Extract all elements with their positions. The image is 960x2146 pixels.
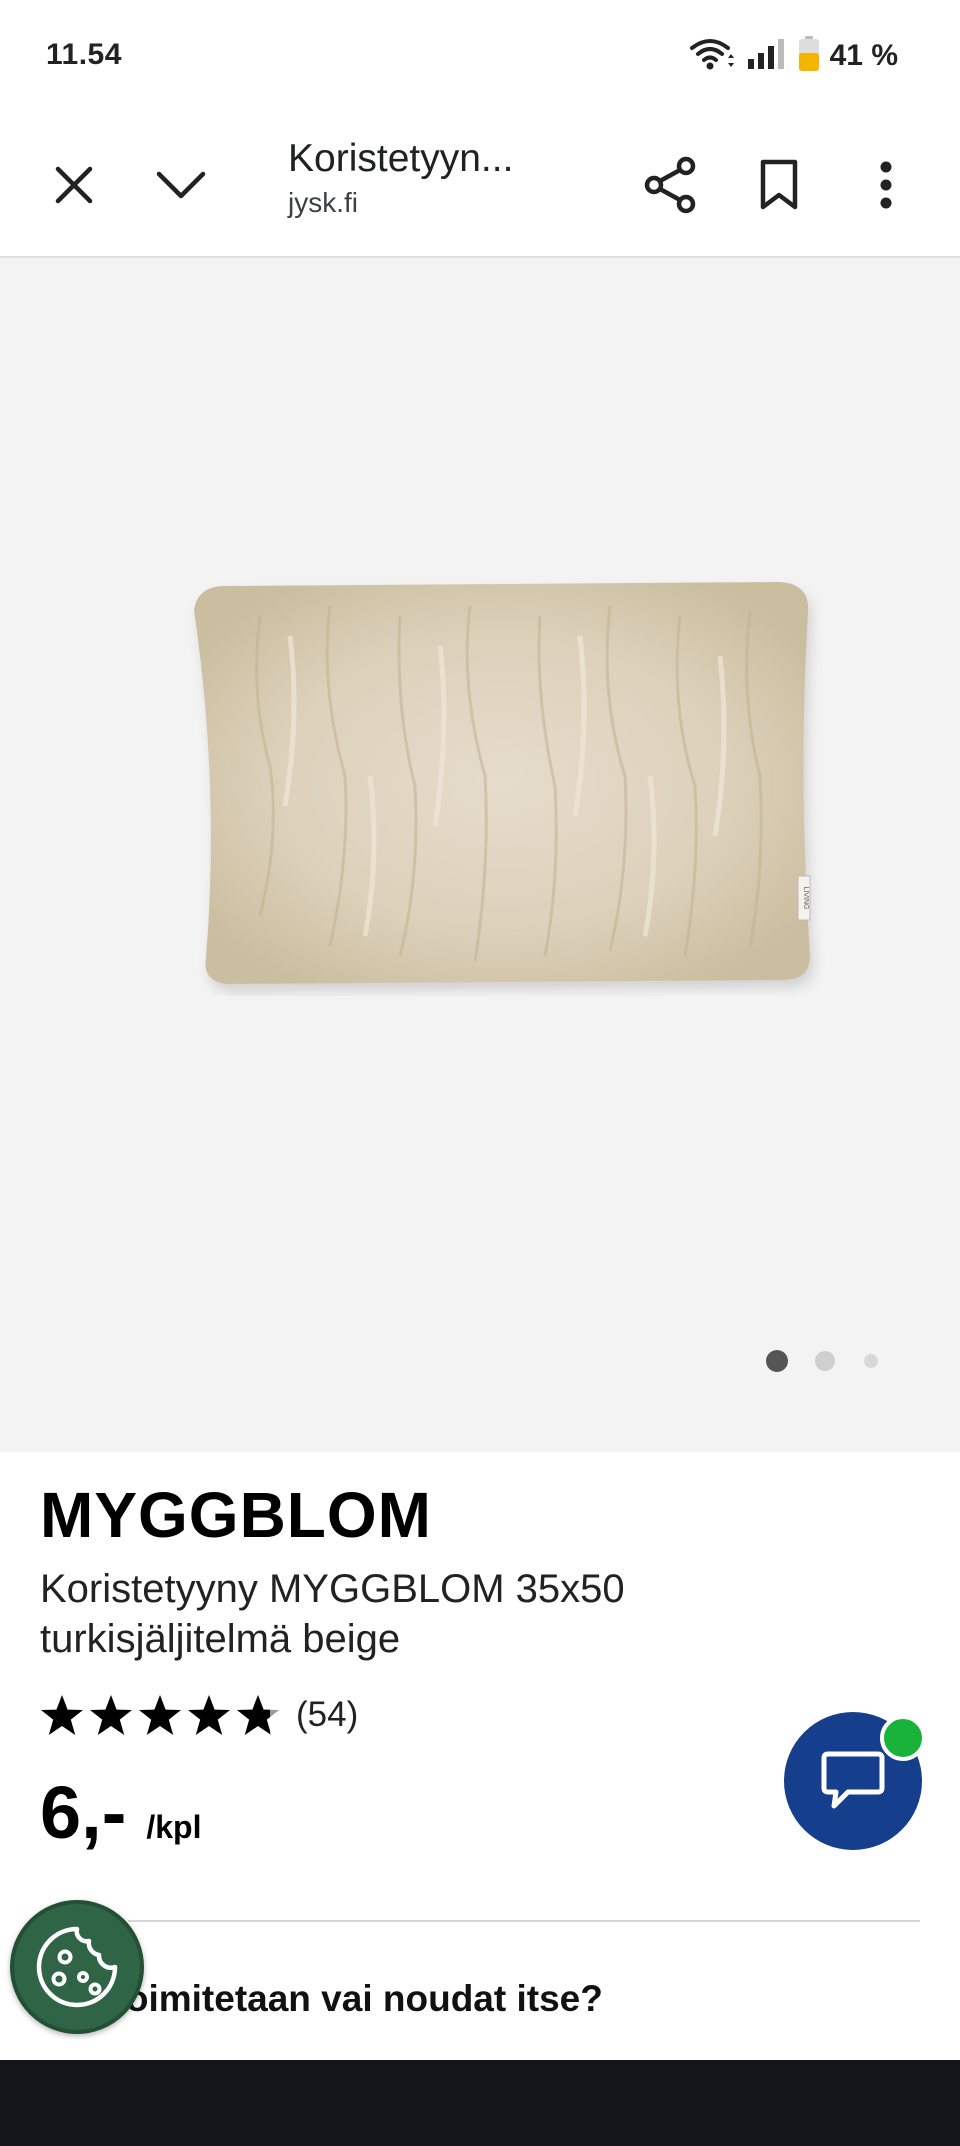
status-icons: 41 % (688, 35, 898, 77)
battery-percentage: 41 % (829, 39, 898, 72)
battery-icon (798, 35, 820, 77)
brand-tag-label: LIVING (802, 887, 809, 910)
review-count: (54) (296, 1695, 359, 1734)
share-icon (644, 156, 696, 214)
product-name: Koristetyyny MYGGBLOM 35x50 turkisjäljit… (40, 1567, 625, 1661)
gallery-dot-2[interactable] (815, 1351, 835, 1371)
page-domain: jysk.fi (288, 186, 358, 218)
delivery-question[interactable]: Toimitetaan vai noudat itse? (106, 1978, 603, 2020)
star-icon (139, 1695, 181, 1735)
bookmark-icon (760, 159, 798, 210)
star-icon (41, 1695, 83, 1735)
product-brand: MYGGBLOM (40, 1479, 432, 1551)
cookie-settings-button[interactable] (10, 1900, 144, 2034)
star-icon (90, 1695, 132, 1735)
gallery-pagination (0, 1350, 960, 1374)
minimize-button[interactable] (145, 149, 217, 221)
chevron-down-icon (156, 171, 206, 199)
rating-stars (40, 1694, 280, 1736)
product-image: LIVING (180, 576, 830, 996)
status-bar: 11.54 41 % (0, 0, 960, 112)
browser-toolbar: Koristetyyn... jysk.fi (0, 112, 960, 258)
bookmark-button[interactable] (743, 149, 815, 221)
page-title-block[interactable]: Koristetyyn... jysk.fi (288, 134, 588, 219)
star-partial-icon (237, 1695, 279, 1735)
more-options-button[interactable] (850, 149, 922, 221)
chat-bubble-icon (821, 1751, 885, 1809)
system-navigation-bar (0, 2060, 960, 2146)
gallery-dot-1[interactable] (766, 1350, 788, 1372)
price-value: 6,- (40, 1771, 127, 1854)
product-price: 6,- /kpl (40, 1770, 201, 1855)
wifi-icon (688, 36, 736, 77)
close-icon (55, 166, 93, 204)
page-title: Koristetyyn... (288, 137, 514, 180)
price-unit: /kpl (146, 1809, 202, 1845)
signal-icon (746, 37, 788, 76)
close-tab-button[interactable] (38, 149, 110, 221)
cookie-icon (36, 1926, 118, 2008)
product-image-gallery[interactable]: LIVING (0, 258, 960, 1452)
star-icon (188, 1695, 230, 1735)
chat-online-indicator (880, 1715, 926, 1761)
status-time: 11.54 (46, 38, 122, 71)
more-vert-icon (880, 161, 892, 209)
section-divider (128, 1920, 920, 1922)
product-rating[interactable]: (54) (40, 1690, 358, 1740)
share-button[interactable] (635, 149, 707, 221)
gallery-dot-3[interactable] (864, 1354, 878, 1368)
